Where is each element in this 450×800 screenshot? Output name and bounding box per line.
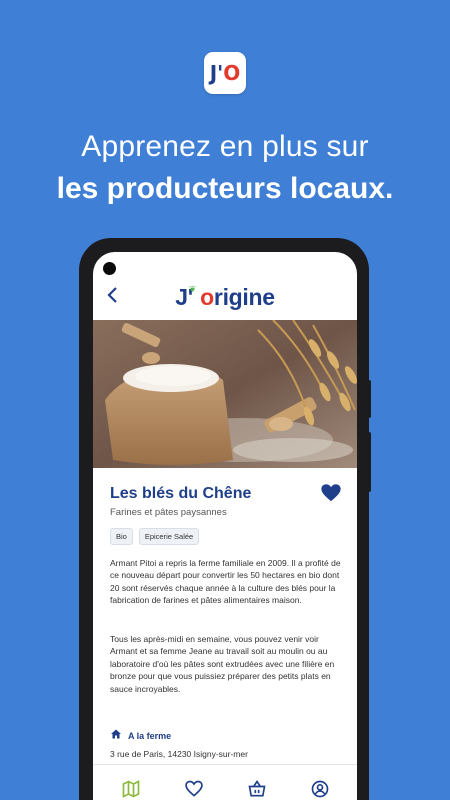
tag-epicerie-salee[interactable]: Epicerie Salée (138, 528, 200, 545)
description-paragraph: Armant Pitoi a repris la ferme familiale… (110, 558, 341, 606)
heart-icon[interactable] (179, 774, 209, 800)
farm-location-row: A la ferme (110, 727, 171, 745)
leaf-icon: ❦ (188, 284, 197, 294)
profile-icon[interactable] (305, 774, 335, 800)
home-icon (110, 727, 122, 745)
tag-bio[interactable]: Bio (110, 528, 133, 545)
basket-icon[interactable] (242, 774, 272, 800)
app-icon-o: O (223, 61, 241, 85)
favorite-heart-icon[interactable] (320, 482, 342, 504)
phone-volume-button (367, 432, 371, 492)
farm-label: A la ferme (128, 731, 172, 741)
brand-suffix: rigine (213, 284, 275, 310)
headline-line2: les producteurs locaux. (56, 172, 394, 205)
tag-list: Bio Epicerie Salée (110, 528, 200, 545)
farm-address: 3 rue de Paris, 14230 Isigny-sur-mer (110, 749, 248, 759)
producer-subtitle: Farines et pâtes paysannes (110, 507, 227, 518)
producer-name: Les blés du Chêne (110, 485, 252, 502)
phone-screen: J'❦ origine Les blés du Chêne Farines et… (93, 252, 357, 800)
app-icon-j: J' (209, 61, 224, 85)
map-icon[interactable] (116, 774, 146, 800)
front-camera (103, 262, 116, 275)
bottom-navigation (93, 764, 357, 800)
producer-hero-image (93, 320, 357, 468)
brand-o: o (200, 284, 214, 310)
app-header: J'❦ origine (93, 280, 357, 318)
headline-line1: Apprenez en plus sur (81, 130, 369, 163)
brand-logo: J'❦ origine (93, 284, 357, 311)
phone-power-button (367, 380, 371, 418)
app-logo-icon: J' O (204, 52, 246, 94)
description-paragraph: Tous les après-midi en semaine, vous pou… (110, 634, 335, 694)
